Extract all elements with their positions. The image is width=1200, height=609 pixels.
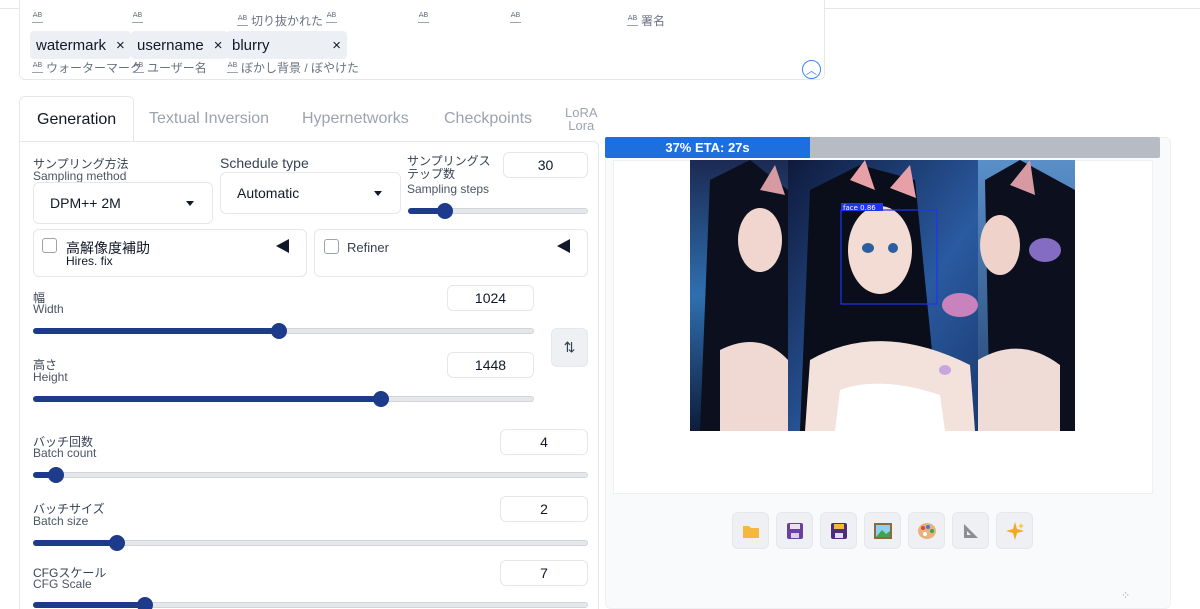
folder-icon	[742, 525, 759, 538]
zip-button[interactable]	[820, 512, 857, 549]
token-sub-label: A̶B	[32, 12, 43, 23]
height-input[interactable]: 1448	[447, 352, 534, 378]
translate-icon: A̶B	[227, 62, 238, 73]
expand-triangle-icon[interactable]	[276, 239, 289, 253]
send-to-extras-button[interactable]	[952, 512, 989, 549]
batch-count-slider[interactable]	[33, 467, 588, 483]
translate-icon: A̶B	[627, 15, 638, 26]
width-slider[interactable]	[33, 323, 534, 339]
save-button[interactable]	[776, 512, 813, 549]
token-sub-label: A̶B	[510, 12, 521, 23]
token-sub-label: A̶B	[132, 12, 143, 23]
slider-thumb[interactable]	[137, 597, 153, 609]
sampling-steps-slider[interactable]	[408, 203, 588, 219]
slider-thumb[interactable]	[373, 391, 389, 407]
translate-icon: A̶B	[237, 15, 248, 26]
send-to-inpaint-button[interactable]	[908, 512, 945, 549]
batch-size-slider[interactable]	[33, 535, 588, 551]
sampling-steps-input[interactable]: 30	[503, 152, 588, 178]
width-label: Width	[33, 302, 64, 316]
token-sub-label: A̶B	[326, 12, 337, 23]
image-icon	[873, 522, 892, 539]
sampling-method-select[interactable]: DPM++ 2M	[33, 182, 213, 224]
main-tabs: Generation Textual Inversion Hypernetwor…	[19, 96, 599, 142]
slider-fill	[33, 328, 278, 334]
palette-icon	[917, 522, 936, 539]
collapse-icon[interactable]: ︿	[802, 60, 821, 79]
token-sub-label: A̶B ぼかし背景 / ぼやけた	[227, 61, 360, 75]
cfg-scale-input[interactable]: 7	[500, 560, 588, 586]
tab-generation[interactable]: Generation	[19, 96, 135, 142]
slider-thumb[interactable]	[48, 467, 64, 483]
chevron-down-icon	[186, 200, 194, 206]
slider-thumb[interactable]	[109, 535, 125, 551]
hires-fix-checkbox[interactable]	[42, 238, 57, 253]
batch-size-input[interactable]: 2	[500, 496, 588, 522]
hires-fix-label: Hires. fix	[66, 254, 113, 268]
height-slider[interactable]	[33, 391, 534, 407]
tab-hypernetworks[interactable]: Hypernetworks	[302, 96, 409, 142]
token-chip-text: username	[137, 36, 204, 54]
translate-icon: A̶B	[510, 12, 521, 23]
cfg-scale-label: CFG Scale	[33, 577, 92, 591]
progress-text: 37% ETA: 27s	[665, 140, 750, 155]
slider-thumb[interactable]	[271, 323, 287, 339]
slider-thumb[interactable]	[437, 203, 453, 219]
token-chip-text: blurry	[232, 36, 270, 54]
token-sub-label: A̶B ウォーターマーク	[32, 61, 143, 75]
slider-fill	[33, 396, 380, 402]
tab-lora[interactable]: LoRA Lora	[565, 96, 598, 142]
close-icon[interactable]: ×	[332, 37, 341, 54]
open-folder-button[interactable]	[732, 512, 769, 549]
token-chip[interactable]: username ×	[131, 31, 229, 59]
preview-illustration: face 0.86	[690, 160, 1075, 431]
chevron-down-icon	[374, 190, 382, 196]
preview-image[interactable]: face 0.86	[690, 160, 1075, 431]
tab-textual-inversion[interactable]: Textual Inversion	[149, 96, 269, 142]
translate-icon: A̶B	[32, 62, 43, 73]
resize-handle-icon[interactable]: ⁘	[1121, 589, 1130, 602]
batch-count-label: Batch count	[33, 446, 97, 460]
translate-icon: A̶B	[418, 12, 429, 23]
refiner-label: Refiner	[347, 240, 389, 255]
tab-checkpoints[interactable]: Checkpoints	[444, 96, 532, 142]
token-chip[interactable]: blurry ×	[226, 31, 347, 59]
token-sub-label: A̶B 署名	[627, 14, 666, 28]
slider-fill	[33, 540, 116, 546]
sampling-steps-label: Sampling steps	[407, 182, 490, 196]
close-icon[interactable]: ×	[214, 37, 223, 54]
zip-icon	[830, 522, 847, 539]
batch-size-label: Batch size	[33, 514, 89, 528]
translate-icon: A̶B	[32, 12, 43, 23]
sparkle-icon	[1005, 521, 1024, 540]
sparkle-button[interactable]	[996, 512, 1033, 549]
progress-bar: 37% ETA: 27s	[605, 137, 1160, 158]
cfg-scale-slider[interactable]	[33, 597, 588, 609]
close-icon[interactable]: ×	[116, 37, 125, 54]
token-chip[interactable]: watermark ×	[30, 31, 131, 59]
swap-dimensions-button[interactable]: ⇅	[551, 328, 588, 367]
sampling-method-label: Sampling method	[33, 169, 127, 183]
translate-icon: A̶B	[133, 62, 144, 73]
send-to-img2img-button[interactable]	[864, 512, 901, 549]
ruler-icon	[963, 523, 978, 538]
token-sub-label: A̶B	[418, 12, 429, 23]
expand-triangle-icon[interactable]	[557, 239, 570, 253]
width-input[interactable]: 1024	[447, 285, 534, 311]
slider-fill	[33, 602, 144, 608]
save-icon	[786, 522, 803, 539]
token-chip-text: watermark	[36, 36, 107, 54]
translate-icon: A̶B	[326, 12, 337, 23]
translate-icon: A̶B	[132, 12, 143, 23]
batch-count-input[interactable]: 4	[500, 429, 588, 455]
schedule-type-select[interactable]: Automatic	[220, 172, 401, 214]
token-sub-label: A̶B ユーザー名	[133, 61, 207, 75]
refiner-checkbox[interactable]	[324, 239, 339, 254]
sampling-steps-label-jp: サンプリングステップ数	[407, 154, 491, 181]
swap-icon: ⇅	[563, 339, 576, 355]
height-label: Height	[33, 370, 68, 384]
token-sub-label: A̶B 切り抜かれた	[237, 14, 324, 28]
schedule-type-label: Schedule type	[220, 155, 309, 171]
detection-label: face 0.86	[843, 204, 876, 212]
